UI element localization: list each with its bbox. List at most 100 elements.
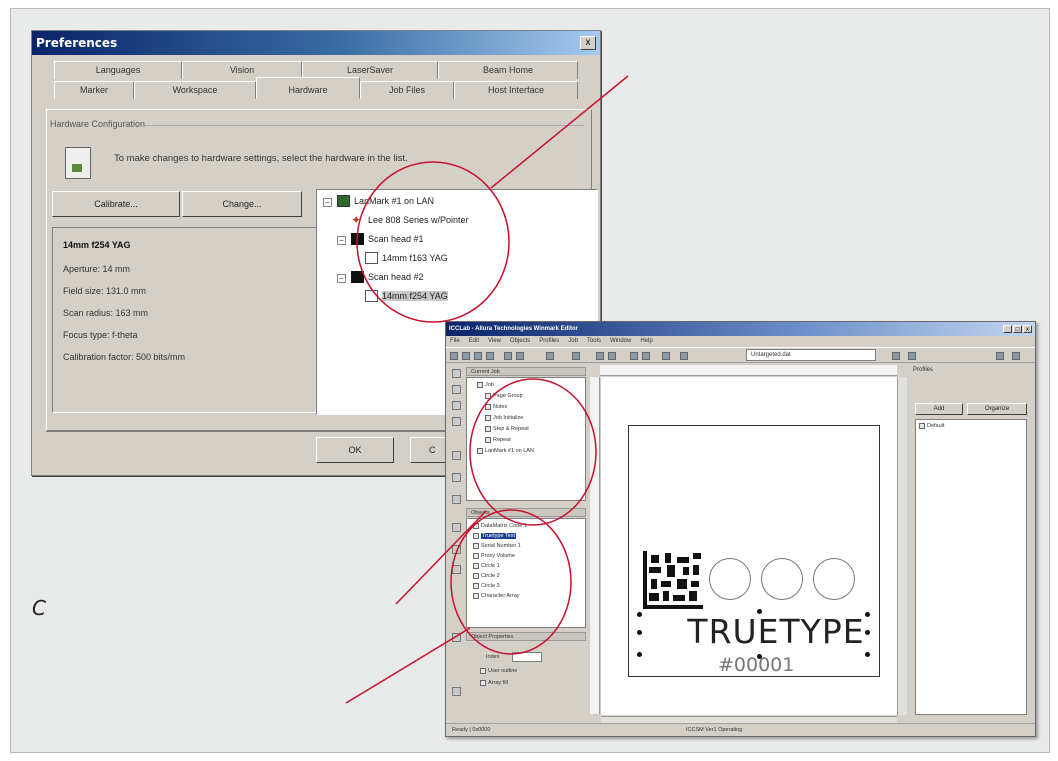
ellipse-tool-icon[interactable]	[452, 473, 461, 482]
tree-item-lanmark[interactable]: LanMark #1 on LAN	[477, 448, 534, 454]
rotate-tool-icon[interactable]	[452, 687, 461, 696]
tab-workspace[interactable]: Workspace	[134, 81, 256, 99]
print-icon[interactable]	[504, 352, 512, 360]
tree-item-step-repeat[interactable]: Step & Repeat	[485, 426, 529, 432]
order-icon[interactable]	[662, 352, 670, 360]
menu-profiles[interactable]: Profiles	[539, 336, 559, 346]
minimize-icon[interactable]: _	[1003, 325, 1012, 333]
selection-handle[interactable]	[865, 612, 870, 617]
line-tool-icon[interactable]	[452, 451, 461, 460]
menu-help[interactable]: Help	[640, 336, 652, 346]
close-icon[interactable]: x	[1023, 325, 1032, 333]
menu-view[interactable]: View	[488, 336, 501, 346]
tree-item-laser[interactable]: ✦ Lee 808 Series w/Pointer	[351, 214, 469, 226]
help-icon[interactable]	[996, 352, 1004, 360]
preferences-titlebar[interactable]: Preferences x	[32, 31, 600, 55]
align-icon[interactable]	[630, 352, 638, 360]
editor-titlebar[interactable]: ICCLab - Allura Technologies Winmark Edi…	[446, 322, 1035, 336]
tree-item-lens-254[interactable]: 14mm f254 YAG	[365, 290, 448, 302]
undo-icon[interactable]	[546, 352, 554, 360]
tab-host-interface[interactable]: Host Interface	[454, 81, 578, 99]
tree-item-page-group[interactable]: Page Group	[485, 393, 523, 399]
objects-pane[interactable]: DataMatrix Code 1 Truetype Text Serial N…	[466, 518, 586, 628]
object-item[interactable]: Circle 2	[473, 573, 500, 579]
collapse-icon[interactable]: −	[337, 236, 346, 245]
selection-handle[interactable]	[865, 652, 870, 657]
save-icon[interactable]	[474, 352, 482, 360]
layer-combo[interactable]: Untargeted.dat	[746, 349, 876, 361]
open-icon[interactable]	[462, 352, 470, 360]
array-fill-checkbox[interactable]: Array fill	[480, 680, 508, 686]
calibrate-button[interactable]: Calibrate...	[52, 191, 180, 217]
circle-1[interactable]	[709, 558, 751, 600]
selection-handle[interactable]	[637, 652, 642, 657]
organize-button[interactable]: Organize	[967, 403, 1027, 415]
settings-icon[interactable]	[1012, 352, 1020, 360]
tree-item-lens-163[interactable]: 14mm f163 YAG	[365, 252, 448, 264]
text-tool-icon[interactable]	[452, 495, 461, 504]
menu-job[interactable]: Job	[568, 336, 578, 346]
tree-item-lanmark[interactable]: LanMark #1 on LAN	[337, 195, 434, 207]
rectangle-tool-icon[interactable]	[452, 417, 461, 426]
selection-handle[interactable]	[637, 612, 642, 617]
image-tool-icon[interactable]	[452, 545, 461, 554]
change-button[interactable]: Change...	[182, 191, 302, 217]
selection-handle[interactable]	[865, 630, 870, 635]
vertical-scrollbar[interactable]	[897, 377, 907, 715]
circle-2[interactable]	[761, 558, 803, 600]
menu-file[interactable]: File	[450, 336, 460, 346]
tree-item-repeat[interactable]: Repeat	[485, 437, 511, 443]
array-tool-icon[interactable]	[452, 565, 461, 574]
object-item[interactable]: Circle 3	[473, 583, 500, 589]
tree-item-job[interactable]: Job	[477, 382, 494, 388]
tab-job-files[interactable]: Job Files	[360, 81, 454, 99]
copy-icon[interactable]	[596, 352, 604, 360]
datamatrix-barcode[interactable]	[643, 551, 703, 609]
new-icon[interactable]	[450, 352, 458, 360]
pan-tool-icon[interactable]	[452, 633, 461, 642]
tool-icon[interactable]	[908, 352, 916, 360]
redo-icon[interactable]	[572, 352, 580, 360]
select-tool-icon[interactable]	[452, 369, 461, 378]
zoom-out-icon[interactable]	[452, 401, 461, 410]
profile-item-default[interactable]: Default	[919, 423, 944, 429]
close-icon[interactable]: x	[580, 36, 596, 50]
run-icon[interactable]	[892, 352, 900, 360]
paste-icon[interactable]	[608, 352, 616, 360]
maximize-icon[interactable]: □	[1013, 325, 1022, 333]
zoom-in-icon[interactable]	[452, 385, 461, 394]
menu-window[interactable]: Window	[610, 336, 631, 346]
cut-icon[interactable]	[516, 352, 524, 360]
tab-hardware[interactable]: Hardware	[256, 77, 360, 99]
collapse-icon[interactable]: −	[337, 274, 346, 283]
user-outline-checkbox[interactable]: User outline	[480, 668, 517, 674]
collapse-icon[interactable]: −	[323, 198, 332, 207]
tree-item-scan-head-1[interactable]: Scan head #1	[351, 233, 424, 245]
ok-button[interactable]: OK	[316, 437, 394, 463]
object-item[interactable]: Circle 1	[473, 563, 500, 569]
group-icon[interactable]	[642, 352, 650, 360]
layer-icon[interactable]	[680, 352, 688, 360]
object-item[interactable]: Character Array	[473, 593, 520, 599]
tree-item-notes[interactable]: Notes	[485, 404, 507, 410]
tab-marker[interactable]: Marker	[54, 81, 134, 99]
menu-objects[interactable]: Objects	[510, 336, 530, 346]
menu-edit[interactable]: Edit	[469, 336, 479, 346]
tab-beam-home[interactable]: Beam Home	[438, 61, 578, 79]
profiles-list[interactable]: Default	[915, 419, 1027, 715]
barcode-tool-icon[interactable]	[452, 523, 461, 532]
tree-item-job-initialize[interactable]: Job Initialize	[485, 415, 523, 421]
selection-handle[interactable]	[757, 654, 762, 659]
circle-3[interactable]	[813, 558, 855, 600]
job-tree-pane[interactable]: Job Page Group Notes Job Initialize Step…	[466, 377, 586, 501]
design-canvas[interactable]: TRUETYPE #00001	[601, 377, 897, 715]
add-button[interactable]: Add	[915, 403, 963, 415]
menu-tools[interactable]: Tools	[587, 336, 601, 346]
save-all-icon[interactable]	[486, 352, 494, 360]
object-item[interactable]: Truetype Text	[473, 533, 517, 539]
tab-languages[interactable]: Languages	[54, 61, 182, 79]
selection-handle[interactable]	[637, 630, 642, 635]
selection-handle[interactable]	[757, 609, 762, 614]
object-item[interactable]: DataMatrix Code 1	[473, 523, 527, 529]
tree-item-scan-head-2[interactable]: Scan head #2	[351, 271, 424, 283]
